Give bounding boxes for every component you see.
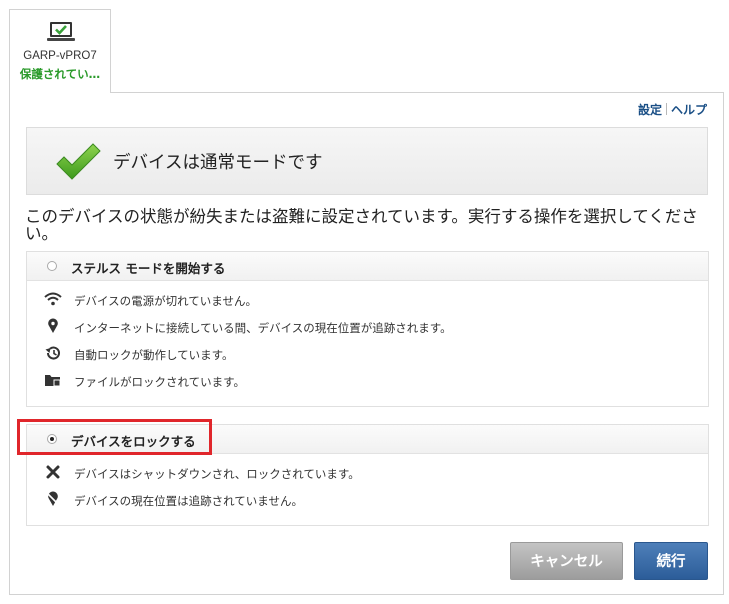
stealth-mode-label: ステルス モードを開始する (71, 261, 226, 276)
list-item: インターネットに接続している間、デバイスの現在位置が追跡されます。 (27, 313, 708, 340)
list-item: 自動ロックが動作しています。 (27, 340, 708, 367)
laptop-check-icon (47, 22, 75, 41)
list-item: デバイスの現在位置は追跡されていません。 (27, 486, 708, 513)
mode-banner: デバイスは通常モードです (26, 127, 708, 195)
list-item: デバイスはシャットダウンされ、ロックされています。 (27, 459, 708, 486)
location-pin-icon (48, 318, 58, 333)
stealth-mode-option: ステルス モードを開始する デバイスの電源が切れていません。 インターネットに接… (26, 251, 709, 407)
x-mark-icon (46, 465, 60, 479)
device-status: 保護されてい… (19, 67, 101, 81)
lock-device-items: デバイスはシャットダウンされ、ロックされています。 デバイスの現在位置は追跡され… (27, 454, 708, 513)
list-item-text: ファイルがロックされています。 (74, 375, 246, 389)
description-text: このデバイスの状態が紛失または盗難に設定されています。実行する操作を選択してくだ… (25, 207, 698, 243)
green-check-icon (56, 143, 101, 180)
list-item-text: デバイスの現在位置は追跡されていません。 (74, 494, 303, 508)
lock-device-header[interactable]: デバイスをロックする (27, 425, 708, 454)
main-panel: 設定 ヘルプ デバイスは通常モードです このデバイスの状態が紛失または盗難に設定さ… (9, 92, 724, 595)
list-item: ファイルがロックされています。 (27, 367, 708, 394)
stealth-mode-radio[interactable] (47, 261, 57, 271)
list-item: デバイスの電源が切れていません。 (27, 286, 708, 313)
lock-device-option: デバイスをロックする デバイスはシャットダウンされ、ロックされています。 デバイ… (26, 424, 709, 526)
mode-title: デバイスは通常モードです (113, 153, 323, 173)
top-links: 設定 ヘルプ (638, 101, 707, 118)
list-item-text: デバイスはシャットダウンされ、ロックされています。 (74, 467, 360, 481)
history-clock-icon (45, 346, 60, 360)
continue-button[interactable]: 続行 (634, 542, 708, 580)
link-divider (665, 103, 667, 115)
settings-link[interactable]: 設定 (638, 103, 662, 117)
device-name: GARP-vPRO7 (23, 50, 97, 62)
wifi-icon (44, 292, 62, 306)
locked-folder-icon (45, 375, 61, 387)
list-item-text: デバイスの電源が切れていません。 (74, 294, 257, 308)
stealth-mode-header[interactable]: ステルス モードを開始する (27, 252, 708, 281)
device-tab[interactable]: GARP-vPRO7 保護されてい… (9, 9, 111, 93)
lock-device-label: デバイスをロックする (71, 434, 196, 449)
list-item-text: 自動ロックが動作しています。 (74, 348, 234, 362)
help-link[interactable]: ヘルプ (671, 103, 707, 117)
lock-device-radio[interactable] (47, 434, 57, 444)
list-item-text: インターネットに接続している間、デバイスの現在位置が追跡されます。 (74, 321, 452, 335)
location-off-icon (46, 491, 60, 506)
cancel-button[interactable]: キャンセル (510, 542, 623, 580)
stealth-mode-items: デバイスの電源が切れていません。 インターネットに接続している間、デバイスの現在… (27, 281, 708, 394)
